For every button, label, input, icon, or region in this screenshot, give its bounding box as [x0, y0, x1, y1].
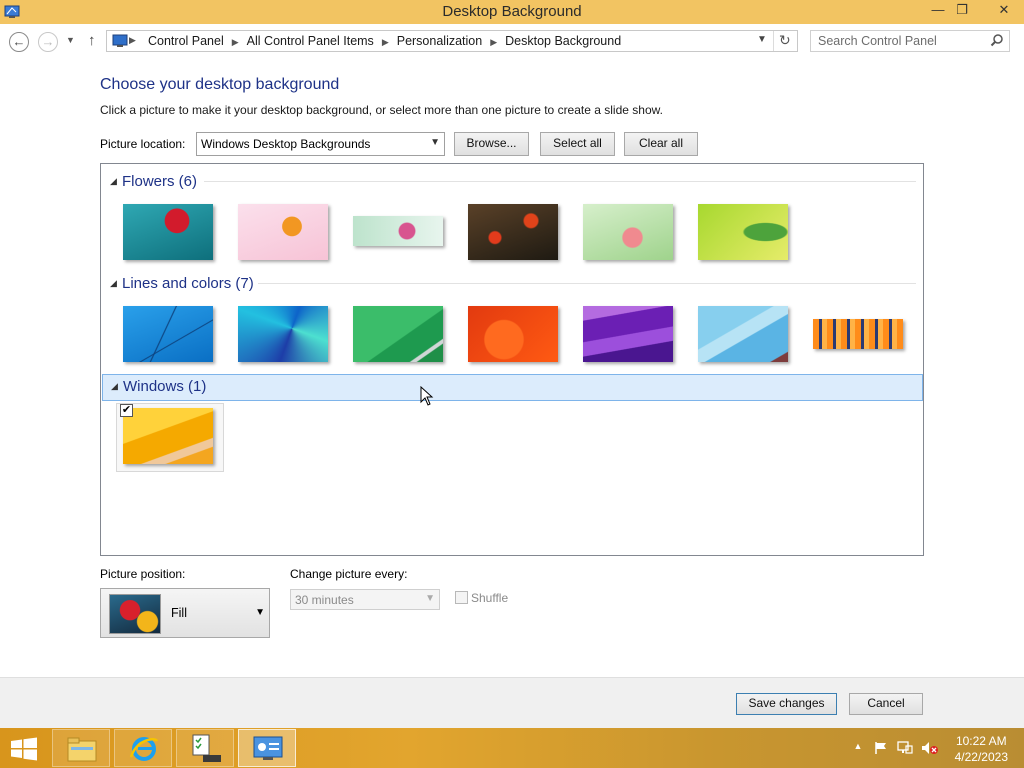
thumbnail-lines-purple[interactable]	[583, 306, 673, 362]
breadcrumb-separator-icon: ▶	[129, 35, 136, 45]
group-divider	[204, 181, 916, 182]
picture-position-preview	[109, 594, 161, 634]
thumbnail-leaf-yellow-green[interactable]	[698, 204, 788, 260]
change-picture-every-label: Change picture every:	[290, 567, 408, 581]
picture-position-label: Picture position:	[100, 567, 186, 581]
show-hidden-icons-chevron-icon[interactable]: ▲	[850, 741, 866, 755]
recent-pages-chevron-icon[interactable]: ▼	[66, 35, 75, 45]
folder-icon	[67, 737, 97, 762]
chevron-down-icon: ▼	[430, 137, 440, 148]
picture-location-value: Windows Desktop Backgrounds	[201, 137, 371, 151]
windows-logo-icon	[11, 737, 37, 761]
maximize-button[interactable]: ❐	[948, 0, 976, 22]
taskbar-internet-explorer[interactable]	[114, 729, 172, 767]
breadcrumb: Control Panel ▶ All Control Panel Items ▶ Pe…	[148, 34, 621, 48]
group-header-windows[interactable]: ◢ Windows (1)	[102, 374, 923, 401]
address-divider	[773, 31, 774, 51]
window-title: Desktop Background	[442, 3, 582, 20]
back-arrow-icon[interactable]: ←	[9, 32, 29, 52]
navigation-bar: ← → ▼ ↑ ▶ Control Panel ▶ All Control Pane…	[0, 24, 1024, 58]
group-name: Windows (1)	[123, 378, 207, 395]
taskbar-file-explorer[interactable]	[52, 729, 110, 767]
group-name: Flowers (6)	[122, 173, 198, 190]
title-bar: Desktop Background — ❐ ✕	[0, 0, 1024, 24]
picture-position-value: Fill	[171, 606, 187, 620]
picture-position-dropdown[interactable]: Fill ▼	[100, 588, 270, 638]
thumbnail-lines-bars-orange[interactable]	[813, 319, 903, 349]
taskbar-task-app[interactable]	[176, 729, 234, 767]
chevron-down-icon: ▼	[425, 593, 435, 604]
clock-date: 4/22/2023	[954, 750, 1008, 764]
search-icon[interactable]	[990, 33, 1004, 50]
thumbnail-windows-yellow[interactable]	[123, 408, 213, 464]
breadcrumb-separator-icon: ▶	[231, 37, 239, 47]
save-changes-button[interactable]: Save changes	[736, 693, 837, 715]
breadcrumb-separator-icon: ▶	[381, 37, 389, 47]
select-all-button[interactable]: Select all	[540, 132, 615, 156]
network-icon[interactable]	[897, 741, 913, 755]
picture-location-dropdown[interactable]: Windows Desktop Backgrounds ▼	[196, 132, 445, 156]
thumbnail-lines-blue[interactable]	[123, 306, 213, 362]
picture-list-panel[interactable]: ◢ Flowers (6) ◢ Lines and colors (7) ◢ W…	[100, 163, 924, 556]
breadcrumb-desktop-background[interactable]: Desktop Background	[505, 34, 621, 48]
taskbar-control-panel[interactable]	[238, 729, 296, 767]
thumbnail-flower-red-dark[interactable]	[468, 204, 558, 260]
breadcrumb-all-items[interactable]: All Control Panel Items	[247, 34, 374, 48]
thumbnail-flower-red-teal[interactable]	[123, 204, 213, 260]
thumbnail-lines-light-blue[interactable]	[698, 306, 788, 362]
group-name: Lines and colors (7)	[122, 275, 254, 292]
thumbnail-flower-pink-green[interactable]	[583, 204, 673, 260]
clear-all-button[interactable]: Clear all	[624, 132, 698, 156]
address-bar[interactable]: ▶ Control Panel ▶ All Control Panel Items ▶…	[106, 30, 798, 52]
search-box[interactable]	[810, 30, 1010, 52]
start-button[interactable]	[9, 737, 39, 761]
group-header-flowers[interactable]: ◢ Flowers (6)	[102, 170, 922, 194]
action-center-flag-icon[interactable]	[873, 741, 889, 755]
picture-location-label: Picture location:	[100, 137, 186, 151]
browse-button[interactable]: Browse...	[454, 132, 529, 156]
shuffle-label: Shuffle	[471, 591, 509, 605]
collapse-triangle-icon[interactable]: ◢	[110, 278, 117, 289]
group-header-lines-and-colors[interactable]: ◢ Lines and colors (7)	[102, 272, 922, 296]
close-button[interactable]: ✕	[984, 0, 1024, 22]
internet-explorer-icon	[129, 737, 159, 761]
collapse-triangle-icon[interactable]: ◢	[110, 176, 117, 187]
group-divider	[258, 283, 916, 284]
taskbar-clock[interactable]: 10:22 AM 4/22/2023	[955, 733, 1008, 765]
thumbnail-flower-orange-pink[interactable]	[238, 204, 328, 260]
thumbnail-lines-blue-petals[interactable]	[238, 306, 328, 362]
thumbnail-checkbox-checked[interactable]: ✔	[120, 404, 133, 417]
breadcrumb-control-panel[interactable]: Control Panel	[148, 34, 224, 48]
checkbox-icon[interactable]	[455, 591, 468, 604]
clock-time: 10:22 AM	[955, 734, 1007, 748]
mouse-cursor-icon	[420, 386, 434, 406]
shuffle-checkbox[interactable]: Shuffle	[455, 591, 508, 605]
thumbnail-flower-pink-mint[interactable]	[353, 216, 443, 246]
search-input[interactable]	[818, 34, 988, 48]
control-panel-icon	[112, 33, 128, 49]
cancel-button[interactable]: Cancel	[849, 693, 923, 715]
thumbnail-lines-green[interactable]	[353, 306, 443, 362]
control-panel-icon	[253, 736, 283, 760]
checklist-icon	[192, 734, 221, 762]
breadcrumb-separator-icon: ▶	[490, 37, 498, 47]
chevron-down-icon: ▼	[255, 607, 265, 618]
change-interval-value: 30 minutes	[295, 593, 354, 607]
taskbar: ▲ 10:22 AM 4/22/2023	[0, 728, 1024, 768]
up-arrow-icon[interactable]: ↑	[88, 32, 96, 49]
breadcrumb-personalization[interactable]: Personalization	[397, 34, 482, 48]
page-title: Choose your desktop background	[100, 76, 340, 93]
thumbnail-lines-orange-red[interactable]	[468, 306, 558, 362]
page-subtitle: Click a picture to make it your desktop …	[100, 103, 663, 117]
volume-muted-icon[interactable]	[921, 741, 938, 755]
picture-location-row: Picture location: Windows Desktop Backgr…	[100, 132, 700, 156]
refresh-icon[interactable]: ↻	[779, 32, 791, 49]
change-interval-dropdown[interactable]: 30 minutes ▼	[290, 589, 440, 610]
address-dropdown-chevron-icon[interactable]: ▼	[757, 34, 767, 45]
collapse-triangle-icon[interactable]: ◢	[111, 381, 118, 392]
forward-arrow-icon[interactable]: →	[38, 32, 58, 52]
footer-bar: Save changes Cancel	[0, 677, 1024, 728]
